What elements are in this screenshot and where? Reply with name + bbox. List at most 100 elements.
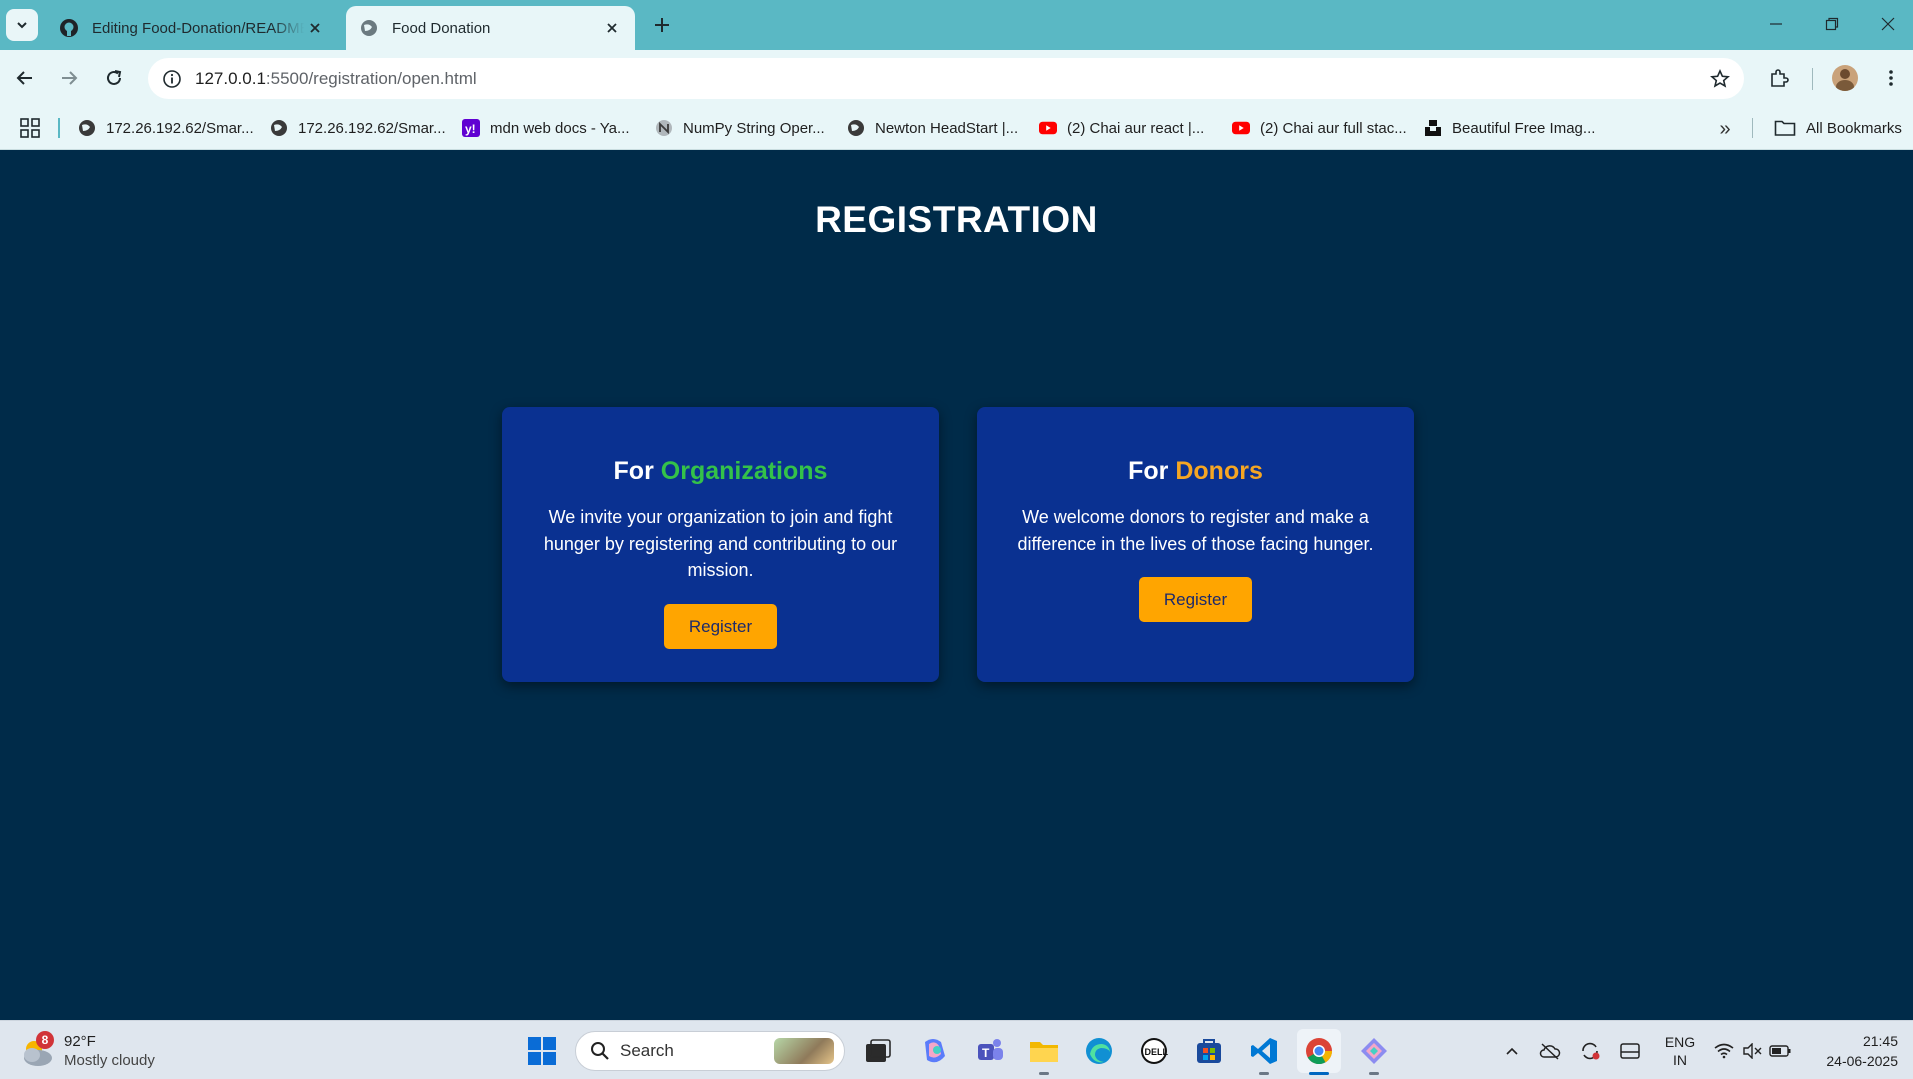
extensions-button[interactable]: [1762, 61, 1796, 95]
bookmark-item[interactable]: y! mdn web docs - Ya...: [462, 115, 630, 141]
close-icon[interactable]: [304, 17, 326, 39]
battery-tray[interactable]: [1766, 1029, 1794, 1073]
bookmark-label: 172.26.192.62/Smar...: [298, 119, 446, 137]
restore-button[interactable]: [1812, 8, 1852, 40]
bookmark-item[interactable]: Beautiful Free Imag...: [1424, 115, 1595, 141]
weather-widget[interactable]: 8 92°F Mostly cloudy: [18, 1029, 155, 1073]
minimize-button[interactable]: [1756, 8, 1796, 40]
close-window-button[interactable]: [1868, 8, 1908, 40]
organizations-card: For Organizations We invite your organiz…: [502, 407, 939, 682]
bookmarks-divider: [58, 118, 60, 138]
bookmark-item[interactable]: (2) Chai aur full stac...: [1232, 115, 1407, 141]
file-explorer-button[interactable]: [1022, 1029, 1066, 1075]
search-label: Search: [620, 1041, 674, 1060]
new-tab-button[interactable]: [648, 11, 676, 39]
weather-condition: Mostly cloudy: [64, 1052, 155, 1069]
volume-mute-icon: [1743, 1043, 1762, 1059]
globe-icon: [847, 119, 865, 137]
diamond-app-icon: [1361, 1038, 1387, 1064]
all-bookmarks-button[interactable]: All Bookmarks: [1774, 115, 1902, 141]
dell-icon: DELL: [1141, 1038, 1169, 1064]
svg-text:T: T: [982, 1046, 990, 1060]
site-info-icon[interactable]: [158, 65, 185, 92]
globe-icon: [78, 119, 96, 137]
task-view-button[interactable]: [856, 1029, 900, 1073]
clock[interactable]: 21:45 24-06-2025: [1810, 1031, 1898, 1071]
show-hidden-icons-button[interactable]: [1496, 1029, 1528, 1073]
card-description: We welcome donors to register and make a…: [1017, 507, 1374, 554]
tab-title: Food Donation: [392, 19, 491, 37]
github-icon: [58, 17, 80, 39]
tab-editing-readme[interactable]: Editing Food-Donation/README.md: [46, 6, 338, 50]
bookmark-item[interactable]: Newton HeadStart |...: [847, 115, 1018, 141]
chrome-icon: [1306, 1038, 1333, 1065]
sync-tray[interactable]: [1574, 1029, 1606, 1073]
teams-icon: T: [978, 1039, 1003, 1060]
card-heading: For Donors: [977, 457, 1414, 486]
store-button[interactable]: [1187, 1029, 1231, 1073]
battery-icon: [1769, 1045, 1791, 1057]
url-host: 127.0.0.1: [195, 69, 266, 88]
bookmark-item[interactable]: NumPy String Oper...: [655, 115, 825, 141]
bookmark-label: NumPy String Oper...: [683, 119, 825, 137]
edge-button[interactable]: [1077, 1029, 1121, 1073]
teams-button[interactable]: T: [968, 1029, 1012, 1073]
language-region: IN: [1673, 1052, 1687, 1068]
close-icon[interactable]: [601, 17, 623, 39]
vscode-button[interactable]: [1242, 1029, 1286, 1075]
keyboard-icon: [1620, 1043, 1640, 1059]
app-button[interactable]: [1352, 1029, 1396, 1075]
globe-icon: [358, 17, 380, 39]
language-indicator[interactable]: ENG IN: [1660, 1033, 1700, 1069]
running-indicator: [1309, 1072, 1329, 1075]
sync-icon: [1582, 1042, 1600, 1060]
bookmark-item[interactable]: (2) Chai aur react |...: [1039, 115, 1204, 141]
plus-icon: [655, 18, 669, 32]
dell-button[interactable]: DELL: [1132, 1029, 1176, 1073]
bookmark-label: (2) Chai aur full stac...: [1260, 119, 1407, 137]
profile-button[interactable]: [1828, 61, 1862, 95]
chrome-button[interactable]: [1297, 1029, 1341, 1075]
unsplash-icon: [1424, 119, 1442, 137]
volume-tray[interactable]: [1738, 1029, 1766, 1073]
register-organization-button[interactable]: Register: [664, 603, 777, 649]
bookmark-label: 172.26.192.62/Smar...: [106, 119, 254, 137]
onedrive-tray[interactable]: [1534, 1029, 1566, 1073]
tab-food-donation[interactable]: Food Donation: [346, 6, 635, 50]
chevron-up-icon: [1506, 1047, 1518, 1055]
browser-menu-button[interactable]: [1874, 61, 1908, 95]
register-donor-button[interactable]: Register: [1139, 577, 1252, 622]
cloud-off-icon: [1539, 1043, 1561, 1060]
arrow-left-icon: [16, 71, 32, 85]
wifi-tray[interactable]: [1710, 1029, 1738, 1073]
card-heading-highlight: Donors: [1175, 457, 1263, 485]
tab-strip: Editing Food-Donation/README.md Food Don…: [0, 0, 1913, 50]
forward-button[interactable]: [52, 61, 86, 95]
taskbar-search[interactable]: Search: [575, 1031, 845, 1071]
youtube-icon: [1232, 119, 1250, 137]
bookmark-star-icon[interactable]: [1706, 65, 1734, 93]
edge-icon: [1086, 1038, 1112, 1064]
svg-text:DELL: DELL: [1145, 1047, 1169, 1057]
reload-button[interactable]: [97, 61, 131, 95]
donors-card: For Donors We welcome donors to register…: [977, 407, 1414, 682]
cloud-sun-icon: 8: [18, 1031, 58, 1071]
reload-icon: [107, 70, 122, 85]
more-bookmarks-button[interactable]: »: [1712, 117, 1738, 141]
start-button[interactable]: [520, 1029, 564, 1073]
apps-grid-icon[interactable]: [20, 118, 40, 138]
card-description: We invite your organization to join and …: [543, 507, 898, 580]
bookmark-item[interactable]: 172.26.192.62/Smar...: [270, 115, 446, 141]
copilot-button[interactable]: [912, 1029, 956, 1073]
bookmark-label: Newton HeadStart |...: [875, 119, 1019, 137]
tab-search-button[interactable]: [6, 9, 38, 41]
back-button[interactable]: [8, 61, 42, 95]
bookmarks-divider: [1752, 118, 1753, 138]
search-highlight-art: [774, 1038, 834, 1064]
clock-time: 21:45: [1862, 1033, 1898, 1049]
url-text: 127.0.0.1:5500/registration/open.html: [195, 69, 477, 89]
bookmark-item[interactable]: 172.26.192.62/Smar...: [78, 115, 254, 141]
address-bar[interactable]: 127.0.0.1:5500/registration/open.html: [148, 58, 1744, 99]
running-indicator: [1369, 1072, 1379, 1075]
keyboard-tray[interactable]: [1614, 1029, 1646, 1073]
